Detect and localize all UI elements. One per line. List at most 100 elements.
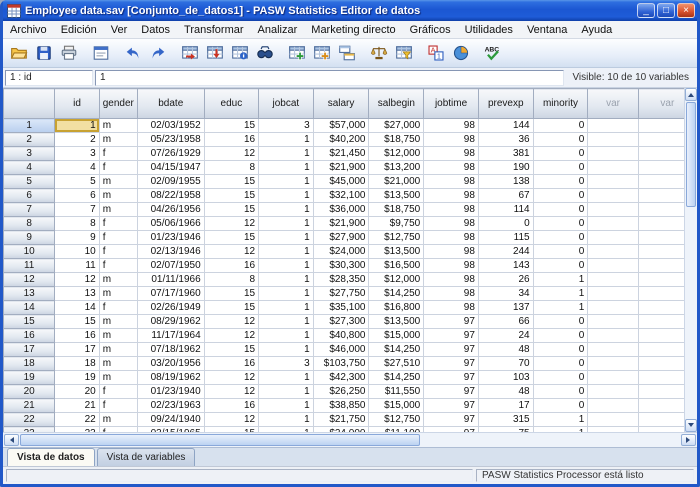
- cell-empty[interactable]: [588, 119, 638, 133]
- cell[interactable]: 19: [55, 371, 99, 385]
- cell[interactable]: 0: [533, 329, 588, 343]
- cell[interactable]: 0: [533, 217, 588, 231]
- cell[interactable]: $9,750: [369, 217, 424, 231]
- cell[interactable]: 97: [424, 413, 479, 427]
- cell-empty[interactable]: [588, 147, 638, 161]
- cell[interactable]: 98: [424, 203, 479, 217]
- cell[interactable]: 12: [204, 315, 258, 329]
- cell[interactable]: 02/09/1955: [137, 175, 204, 189]
- cell[interactable]: $21,900: [313, 161, 369, 175]
- cell-empty[interactable]: [588, 413, 638, 427]
- cell[interactable]: m: [99, 189, 137, 203]
- cell-empty[interactable]: [588, 217, 638, 231]
- cell[interactable]: 0: [533, 203, 588, 217]
- cell[interactable]: $16,800: [369, 301, 424, 315]
- cell[interactable]: 0: [533, 343, 588, 357]
- cell[interactable]: 15: [204, 119, 258, 133]
- menu-datos[interactable]: Datos: [134, 22, 177, 38]
- cell[interactable]: 67: [478, 189, 533, 203]
- tab-vista-de-variables[interactable]: Vista de variables: [97, 448, 196, 466]
- cell[interactable]: 138: [478, 175, 533, 189]
- column-header-prevexp[interactable]: prevexp: [478, 89, 533, 119]
- cell[interactable]: m: [99, 413, 137, 427]
- scroll-down-button[interactable]: [685, 419, 697, 432]
- cell[interactable]: $13,200: [369, 161, 424, 175]
- cell-empty[interactable]: [588, 189, 638, 203]
- cell[interactable]: 1: [259, 273, 314, 287]
- cell[interactable]: 05/23/1958: [137, 133, 204, 147]
- cell[interactable]: 0: [533, 399, 588, 413]
- goto-case-icon[interactable]: [177, 41, 202, 65]
- cell[interactable]: 01/23/1946: [137, 231, 204, 245]
- cell[interactable]: $27,300: [313, 315, 369, 329]
- cell[interactable]: 15: [204, 287, 258, 301]
- vertical-scrollbar[interactable]: [684, 88, 697, 432]
- scroll-left-button[interactable]: [4, 434, 19, 446]
- cell[interactable]: 16: [204, 399, 258, 413]
- menu-analizar[interactable]: Analizar: [251, 22, 305, 38]
- cell-empty[interactable]: [588, 301, 638, 315]
- row-number[interactable]: 7: [4, 203, 55, 217]
- cell[interactable]: m: [99, 287, 137, 301]
- menu-transformar[interactable]: Transformar: [177, 22, 251, 38]
- cell[interactable]: 98: [424, 147, 479, 161]
- cell[interactable]: 5: [55, 175, 99, 189]
- row-number[interactable]: 18: [4, 357, 55, 371]
- menu-archivo[interactable]: Archivo: [3, 22, 54, 38]
- column-header-salary[interactable]: salary: [313, 89, 369, 119]
- menu-ver[interactable]: Ver: [104, 22, 135, 38]
- column-header-id[interactable]: id: [55, 89, 99, 119]
- cell[interactable]: 3: [259, 357, 314, 371]
- row-number[interactable]: 4: [4, 161, 55, 175]
- cell[interactable]: f: [99, 231, 137, 245]
- cell[interactable]: 98: [424, 231, 479, 245]
- cell[interactable]: 66: [478, 315, 533, 329]
- cell[interactable]: 315: [478, 413, 533, 427]
- goto-variable-icon[interactable]: [202, 41, 227, 65]
- cell[interactable]: f: [99, 259, 137, 273]
- cell[interactable]: $15,000: [369, 329, 424, 343]
- horizontal-scrollbar[interactable]: [3, 432, 697, 447]
- cell-empty[interactable]: [588, 329, 638, 343]
- cell[interactable]: 144: [478, 119, 533, 133]
- open-data-icon[interactable]: [6, 41, 31, 65]
- cell-empty[interactable]: [588, 399, 638, 413]
- cell[interactable]: $30,300: [313, 259, 369, 273]
- cell[interactable]: 97: [424, 371, 479, 385]
- cell[interactable]: 1: [259, 371, 314, 385]
- cell[interactable]: m: [99, 315, 137, 329]
- cell[interactable]: 1: [259, 287, 314, 301]
- spell-check-icon[interactable]: ABC: [480, 41, 505, 65]
- cell[interactable]: 190: [478, 161, 533, 175]
- cell[interactable]: 02/13/1946: [137, 245, 204, 259]
- cell[interactable]: 12: [204, 217, 258, 231]
- cell[interactable]: 0: [533, 175, 588, 189]
- cell[interactable]: 03/20/1956: [137, 357, 204, 371]
- cell[interactable]: f: [99, 147, 137, 161]
- cell[interactable]: 98: [424, 259, 479, 273]
- cell[interactable]: 115: [478, 231, 533, 245]
- cell[interactable]: $12,750: [369, 231, 424, 245]
- row-number[interactable]: 20: [4, 385, 55, 399]
- column-header-jobtime[interactable]: jobtime: [424, 89, 479, 119]
- column-header-jobcat[interactable]: jobcat: [259, 89, 314, 119]
- cell[interactable]: 1: [259, 161, 314, 175]
- cell[interactable]: $103,750: [313, 357, 369, 371]
- cell[interactable]: 34: [478, 287, 533, 301]
- cell[interactable]: 1: [259, 343, 314, 357]
- cell[interactable]: 4: [55, 161, 99, 175]
- cell[interactable]: 17: [55, 343, 99, 357]
- cell[interactable]: 98: [424, 161, 479, 175]
- cell[interactable]: 12: [204, 245, 258, 259]
- cell[interactable]: 1: [259, 133, 314, 147]
- cell[interactable]: $14,250: [369, 343, 424, 357]
- cell[interactable]: f: [99, 217, 137, 231]
- column-header-gender[interactable]: gender: [99, 89, 137, 119]
- cell[interactable]: 1: [533, 413, 588, 427]
- cell[interactable]: 16: [204, 259, 258, 273]
- cell[interactable]: 1: [259, 147, 314, 161]
- cell[interactable]: 1: [259, 385, 314, 399]
- cell[interactable]: 1: [259, 399, 314, 413]
- cell[interactable]: 1: [259, 203, 314, 217]
- cell[interactable]: 07/26/1929: [137, 147, 204, 161]
